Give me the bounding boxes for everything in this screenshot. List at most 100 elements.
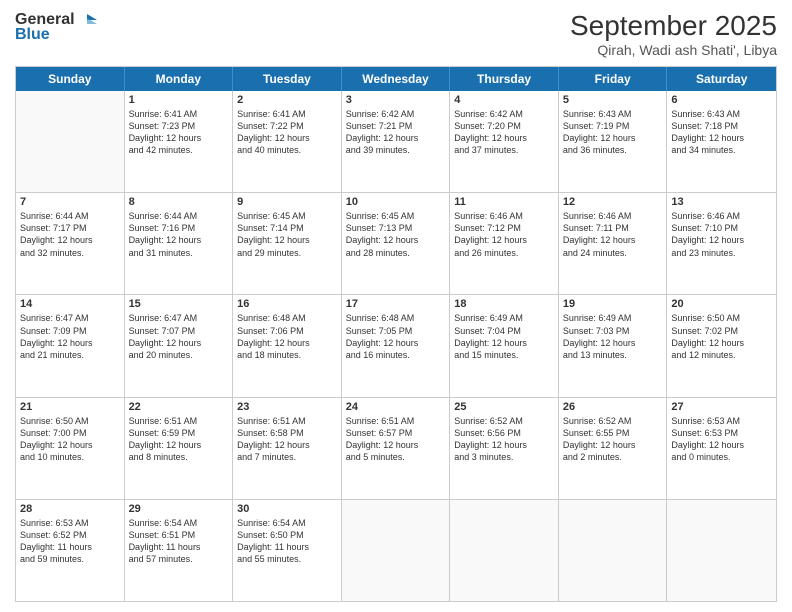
day-info: Sunrise: 6:44 AM Sunset: 7:17 PM Dayligh… bbox=[20, 210, 120, 259]
day-info: Sunrise: 6:46 AM Sunset: 7:12 PM Dayligh… bbox=[454, 210, 554, 259]
calendar-cell-2-5: 11Sunrise: 6:46 AM Sunset: 7:12 PM Dayli… bbox=[450, 193, 559, 294]
calendar-cell-5-5 bbox=[450, 500, 559, 601]
day-number: 7 bbox=[20, 196, 120, 208]
calendar-cell-2-7: 13 Sunrise: 6:46 AM Sunset: 7:10 PM Dayli… bbox=[667, 193, 776, 294]
day-number: 9 bbox=[237, 196, 337, 208]
header-sunday: Sunday bbox=[16, 67, 125, 91]
calendar-cell-5-6 bbox=[559, 500, 668, 601]
day-number: 26 bbox=[563, 401, 663, 413]
day-info: Sunrise: 6:48 AM Sunset: 7:06 PM Dayligh… bbox=[237, 312, 337, 361]
day-info: Sunrise: 6:43 AM Sunset: 7:19 PM Dayligh… bbox=[563, 108, 663, 157]
day-info: Sunrise: 6:43 AM Sunset: 7:18 PM Dayligh… bbox=[671, 108, 772, 157]
calendar-week-4: 21Sunrise: 6:50 AM Sunset: 7:00 PM Dayli… bbox=[16, 398, 776, 500]
calendar-cell-2-2: 8 Sunrise: 6:44 AM Sunset: 7:16 PM Daylig… bbox=[125, 193, 234, 294]
day-info: Sunrise: 6:53 AM Sunset: 6:53 PM Dayligh… bbox=[671, 415, 772, 464]
calendar-cell-2-6: 12 Sunrise: 6:46 AM Sunset: 7:11 PM Dayli… bbox=[559, 193, 668, 294]
header-tuesday: Tuesday bbox=[233, 67, 342, 91]
day-info: Sunrise: 6:54 AM Sunset: 6:51 PM Dayligh… bbox=[129, 517, 229, 566]
calendar-cell-3-4: 17 Sunrise: 6:48 AM Sunset: 7:05 PM Dayli… bbox=[342, 295, 451, 396]
day-number: 6 bbox=[671, 94, 772, 106]
day-info: Sunrise: 6:47 AM Sunset: 7:09 PM Dayligh… bbox=[20, 312, 120, 361]
header-thursday: Thursday bbox=[450, 67, 559, 91]
calendar-cell-1-5: 4Sunrise: 6:42 AM Sunset: 7:20 PM Daylig… bbox=[450, 91, 559, 192]
day-info: Sunrise: 6:49 AM Sunset: 7:04 PM Dayligh… bbox=[454, 312, 554, 361]
day-number: 10 bbox=[346, 196, 446, 208]
day-number: 27 bbox=[671, 401, 772, 413]
calendar-cell-3-3: 16 Sunrise: 6:48 AM Sunset: 7:06 PM Dayli… bbox=[233, 295, 342, 396]
day-number: 23 bbox=[237, 401, 337, 413]
title-block: September 2025 Qirah, Wadi ash Shati', L… bbox=[570, 10, 777, 58]
day-info: Sunrise: 6:48 AM Sunset: 7:05 PM Dayligh… bbox=[346, 312, 446, 361]
day-info: Sunrise: 6:46 AM Sunset: 7:11 PM Dayligh… bbox=[563, 210, 663, 259]
page: General Blue September 2025 Qirah, Wadi … bbox=[0, 0, 792, 612]
calendar-cell-2-1: 7 Sunrise: 6:44 AM Sunset: 7:17 PM Daylig… bbox=[16, 193, 125, 294]
day-number: 1 bbox=[129, 94, 229, 106]
day-info: Sunrise: 6:51 AM Sunset: 6:58 PM Dayligh… bbox=[237, 415, 337, 464]
header-monday: Monday bbox=[125, 67, 234, 91]
calendar-cell-1-7: 6 Sunrise: 6:43 AM Sunset: 7:18 PM Daylig… bbox=[667, 91, 776, 192]
calendar-week-3: 14 Sunrise: 6:47 AM Sunset: 7:09 PM Dayli… bbox=[16, 295, 776, 397]
calendar-cell-4-6: 26Sunrise: 6:52 AM Sunset: 6:55 PM Dayli… bbox=[559, 398, 668, 499]
logo-blue: Blue bbox=[15, 26, 50, 44]
day-info: Sunrise: 6:47 AM Sunset: 7:07 PM Dayligh… bbox=[129, 312, 229, 361]
day-number: 4 bbox=[454, 94, 554, 106]
calendar-header: Sunday Monday Tuesday Wednesday Thursday… bbox=[16, 67, 776, 91]
calendar-cell-3-7: 20 Sunrise: 6:50 AM Sunset: 7:02 PM Dayli… bbox=[667, 295, 776, 396]
day-number: 13 bbox=[671, 196, 772, 208]
day-info: Sunrise: 6:44 AM Sunset: 7:16 PM Dayligh… bbox=[129, 210, 229, 259]
calendar-week-5: 28 Sunrise: 6:53 AM Sunset: 6:52 PM Dayli… bbox=[16, 500, 776, 601]
day-number: 17 bbox=[346, 298, 446, 310]
day-number: 20 bbox=[671, 298, 772, 310]
day-number: 18 bbox=[454, 298, 554, 310]
day-info: Sunrise: 6:41 AM Sunset: 7:22 PM Dayligh… bbox=[237, 108, 337, 157]
day-info: Sunrise: 6:50 AM Sunset: 7:02 PM Dayligh… bbox=[671, 312, 772, 361]
calendar-cell-4-1: 21Sunrise: 6:50 AM Sunset: 7:00 PM Dayli… bbox=[16, 398, 125, 499]
calendar-cell-2-3: 9 Sunrise: 6:45 AM Sunset: 7:14 PM Daylig… bbox=[233, 193, 342, 294]
day-number: 25 bbox=[454, 401, 554, 413]
calendar-cell-4-4: 24Sunrise: 6:51 AM Sunset: 6:57 PM Dayli… bbox=[342, 398, 451, 499]
header-wednesday: Wednesday bbox=[342, 67, 451, 91]
calendar-cell-3-2: 15Sunrise: 6:47 AM Sunset: 7:07 PM Dayli… bbox=[125, 295, 234, 396]
day-info: Sunrise: 6:52 AM Sunset: 6:56 PM Dayligh… bbox=[454, 415, 554, 464]
calendar-cell-1-6: 5 Sunrise: 6:43 AM Sunset: 7:19 PM Daylig… bbox=[559, 91, 668, 192]
page-subtitle: Qirah, Wadi ash Shati', Libya bbox=[570, 42, 777, 58]
day-info: Sunrise: 6:45 AM Sunset: 7:13 PM Dayligh… bbox=[346, 210, 446, 259]
day-number: 28 bbox=[20, 503, 120, 515]
day-info: Sunrise: 6:46 AM Sunset: 7:10 PM Dayligh… bbox=[671, 210, 772, 259]
logo-bird-icon bbox=[77, 10, 99, 30]
day-number: 16 bbox=[237, 298, 337, 310]
calendar-cell-1-4: 3Sunrise: 6:42 AM Sunset: 7:21 PM Daylig… bbox=[342, 91, 451, 192]
header-saturday: Saturday bbox=[667, 67, 776, 91]
calendar-week-1: 1 Sunrise: 6:41 AM Sunset: 7:23 PM Daylig… bbox=[16, 91, 776, 193]
day-number: 3 bbox=[346, 94, 446, 106]
day-info: Sunrise: 6:51 AM Sunset: 6:57 PM Dayligh… bbox=[346, 415, 446, 464]
day-number: 29 bbox=[129, 503, 229, 515]
day-number: 12 bbox=[563, 196, 663, 208]
day-number: 30 bbox=[237, 503, 337, 515]
day-info: Sunrise: 6:50 AM Sunset: 7:00 PM Dayligh… bbox=[20, 415, 120, 464]
calendar-cell-5-4 bbox=[342, 500, 451, 601]
calendar-cell-5-1: 28 Sunrise: 6:53 AM Sunset: 6:52 PM Dayli… bbox=[16, 500, 125, 601]
calendar-cell-5-2: 29 Sunrise: 6:54 AM Sunset: 6:51 PM Dayli… bbox=[125, 500, 234, 601]
day-number: 19 bbox=[563, 298, 663, 310]
calendar-cell-4-3: 23 Sunrise: 6:51 AM Sunset: 6:58 PM Dayli… bbox=[233, 398, 342, 499]
day-info: Sunrise: 6:45 AM Sunset: 7:14 PM Dayligh… bbox=[237, 210, 337, 259]
calendar-cell-4-7: 27 Sunrise: 6:53 AM Sunset: 6:53 PM Dayli… bbox=[667, 398, 776, 499]
calendar-cell-2-4: 10 Sunrise: 6:45 AM Sunset: 7:13 PM Dayli… bbox=[342, 193, 451, 294]
day-number: 8 bbox=[129, 196, 229, 208]
calendar-cell-5-7 bbox=[667, 500, 776, 601]
calendar-cell-3-1: 14 Sunrise: 6:47 AM Sunset: 7:09 PM Dayli… bbox=[16, 295, 125, 396]
day-info: Sunrise: 6:41 AM Sunset: 7:23 PM Dayligh… bbox=[129, 108, 229, 157]
day-number: 22 bbox=[129, 401, 229, 413]
day-number: 5 bbox=[563, 94, 663, 106]
calendar-cell-3-5: 18 Sunrise: 6:49 AM Sunset: 7:04 PM Dayli… bbox=[450, 295, 559, 396]
day-info: Sunrise: 6:53 AM Sunset: 6:52 PM Dayligh… bbox=[20, 517, 120, 566]
calendar-cell-5-3: 30Sunrise: 6:54 AM Sunset: 6:50 PM Dayli… bbox=[233, 500, 342, 601]
day-info: Sunrise: 6:49 AM Sunset: 7:03 PM Dayligh… bbox=[563, 312, 663, 361]
calendar-body: 1 Sunrise: 6:41 AM Sunset: 7:23 PM Daylig… bbox=[16, 91, 776, 601]
day-number: 14 bbox=[20, 298, 120, 310]
header: General Blue September 2025 Qirah, Wadi … bbox=[15, 10, 777, 58]
calendar-cell-1-3: 2Sunrise: 6:41 AM Sunset: 7:22 PM Daylig… bbox=[233, 91, 342, 192]
header-friday: Friday bbox=[559, 67, 668, 91]
page-title: September 2025 bbox=[570, 10, 777, 42]
